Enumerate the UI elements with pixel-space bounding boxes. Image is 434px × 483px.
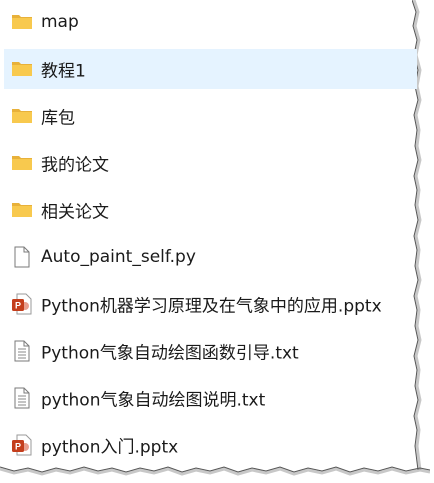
list-item-ml-pptx[interactable]: P Python机器学习原理及在气象中的应用.pptx [4, 284, 417, 324]
powerpoint-file-icon: P [12, 293, 32, 315]
folder-icon [12, 156, 32, 170]
list-item-auto-paint-self[interactable]: Auto_paint_self.py [4, 237, 417, 277]
file-name: python入门.pptx [41, 437, 179, 458]
file-explorer-screenshot: map 教程1 库包 我的论文 相关论文 Auto_paint_self.py … [0, 0, 434, 483]
list-item-jiaocheng1[interactable]: 教程1 [4, 49, 417, 89]
svg-text:P: P [15, 301, 21, 311]
file-name: 库包 [41, 108, 75, 129]
list-item-intro-pptx[interactable]: P python入门.pptx [4, 425, 417, 465]
powerpoint-file-icon: P [12, 434, 32, 456]
folder-icon [12, 62, 32, 76]
text-file-icon [14, 387, 30, 409]
file-name: Auto_paint_self.py [41, 247, 196, 267]
folder-icon [12, 203, 32, 217]
file-name: map [41, 12, 79, 32]
list-item-instructions-txt[interactable]: python气象自动绘图说明.txt [4, 378, 417, 418]
file-name: Python机器学习原理及在气象中的应用.pptx [41, 296, 382, 317]
file-name: 教程1 [41, 61, 86, 82]
list-item-kubao[interactable]: 库包 [4, 96, 417, 136]
folder-icon [12, 15, 32, 29]
file-name: 相关论文 [41, 202, 109, 223]
text-file-icon [14, 340, 30, 362]
file-list: map 教程1 库包 我的论文 相关论文 Auto_paint_self.py … [4, 0, 417, 468]
list-item-related-papers[interactable]: 相关论文 [4, 190, 417, 230]
file-name: Python气象自动绘图函数引导.txt [41, 343, 299, 364]
file-name: python气象自动绘图说明.txt [41, 390, 266, 411]
blank-file-icon [14, 246, 30, 268]
folder-icon [12, 109, 32, 123]
file-name: 我的论文 [41, 155, 109, 176]
list-item-function-guide-txt[interactable]: Python气象自动绘图函数引导.txt [4, 331, 417, 371]
list-item-my-papers[interactable]: 我的论文 [4, 143, 417, 183]
list-item-map[interactable]: map [4, 2, 417, 42]
svg-text:P: P [15, 442, 21, 452]
